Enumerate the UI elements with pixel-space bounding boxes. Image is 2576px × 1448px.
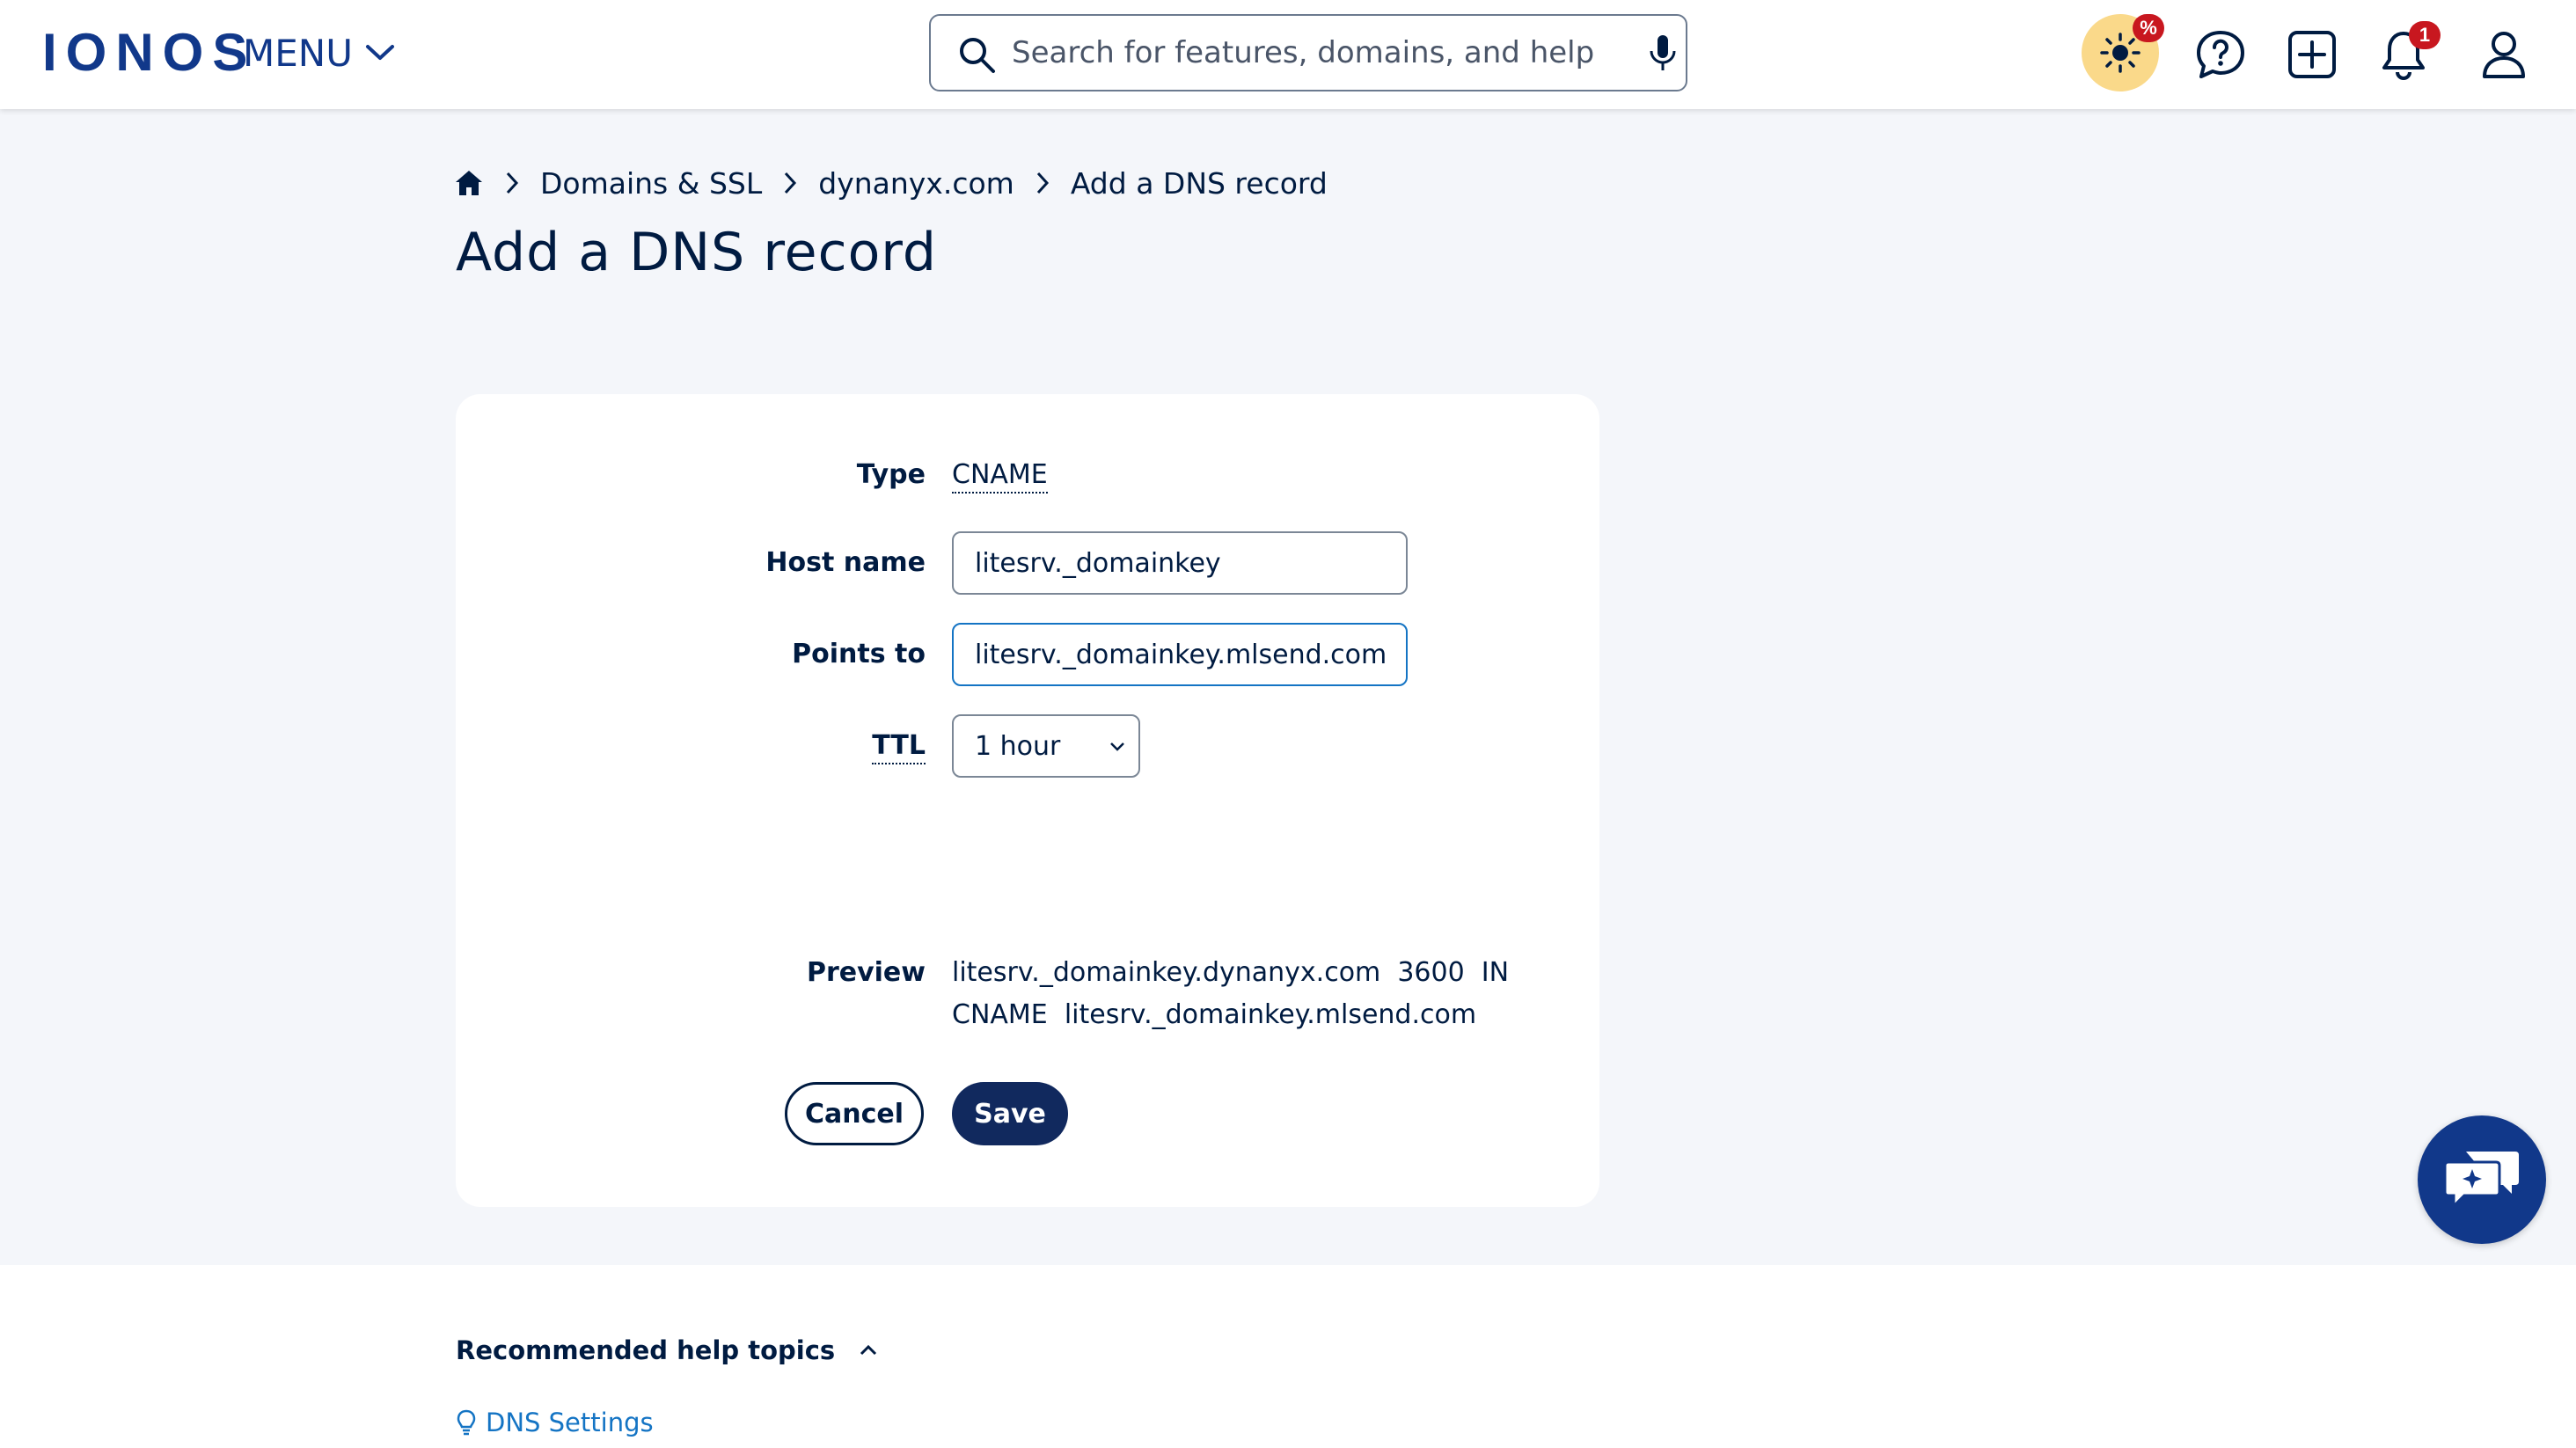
ttl-select[interactable]: 1 hour — [952, 714, 1140, 778]
home-icon[interactable] — [454, 169, 484, 197]
microphone-icon[interactable] — [1645, 33, 1680, 74]
menu-label: MENU — [243, 31, 353, 75]
ttl-label-wrap: TTL — [662, 730, 926, 764]
host-name-input[interactable] — [952, 531, 1408, 595]
breadcrumb-current: Add a DNS record — [1070, 165, 1328, 201]
chevron-right-icon — [785, 172, 797, 194]
search-box[interactable] — [929, 14, 1687, 91]
ionos-logo[interactable]: IONOS — [42, 26, 256, 79]
notifications-button[interactable]: 1 — [2367, 18, 2441, 91]
ttl-label[interactable]: TTL — [872, 730, 926, 764]
ttl-selected-value: 1 hour — [975, 730, 1061, 762]
menu-button[interactable]: MENU — [243, 28, 395, 77]
save-button[interactable]: Save — [952, 1082, 1068, 1145]
type-value: CNAME — [952, 459, 1048, 494]
preview-line-1: litesrv._domainkey.dynanyx.com 3600 IN — [952, 957, 1510, 988]
preview-label: Preview — [806, 957, 926, 988]
chat-assistant-button[interactable] — [2418, 1115, 2546, 1244]
recommended-help-topics-toggle[interactable]: Recommended help topics — [456, 1335, 879, 1365]
account-button[interactable] — [2467, 18, 2541, 91]
chevron-down-icon — [1110, 742, 1124, 751]
preview-line-2: CNAME litesrv._domainkey.mlsend.com — [952, 999, 1477, 1030]
lightbulb-icon — [457, 1409, 476, 1436]
chat-sparkle-icon — [2443, 1152, 2519, 1210]
chevron-up-icon — [860, 1344, 877, 1356]
user-icon — [2483, 32, 2525, 78]
cancel-button[interactable]: Cancel — [785, 1082, 924, 1145]
points-to-input[interactable] — [952, 623, 1408, 686]
search-input[interactable] — [1012, 28, 1610, 77]
sun-icon — [2100, 33, 2141, 73]
host-name-label: Host name — [765, 547, 926, 578]
type-label: Type — [856, 459, 926, 490]
notifications-badge: 1 — [2409, 21, 2441, 49]
page-title: Add a DNS record — [456, 222, 937, 283]
breadcrumb: Domains & SSL dynanyx.com Add a DNS reco… — [454, 164, 1328, 202]
help-button[interactable] — [2184, 18, 2258, 91]
chevron-down-icon — [365, 45, 394, 60]
breadcrumb-domain[interactable]: dynanyx.com — [818, 166, 1014, 201]
help-link-dns-settings[interactable]: DNS Settings — [456, 1408, 654, 1437]
add-button[interactable] — [2275, 18, 2349, 91]
breadcrumb-domains[interactable]: Domains & SSL — [540, 166, 762, 201]
promo-offers-button[interactable]: % — [2082, 14, 2164, 91]
plus-square-icon — [2288, 31, 2336, 78]
promo-badge: % — [2133, 14, 2164, 42]
chevron-right-icon — [506, 172, 519, 194]
top-navigation-bar: IONOS MENU % — [0, 0, 2576, 109]
search-icon — [960, 38, 995, 73]
points-to-label: Points to — [792, 639, 926, 669]
help-chat-icon — [2197, 31, 2244, 78]
help-link-label: DNS Settings — [486, 1408, 654, 1437]
help-topics-title: Recommended help topics — [456, 1335, 836, 1365]
chevron-right-icon — [1036, 172, 1049, 194]
